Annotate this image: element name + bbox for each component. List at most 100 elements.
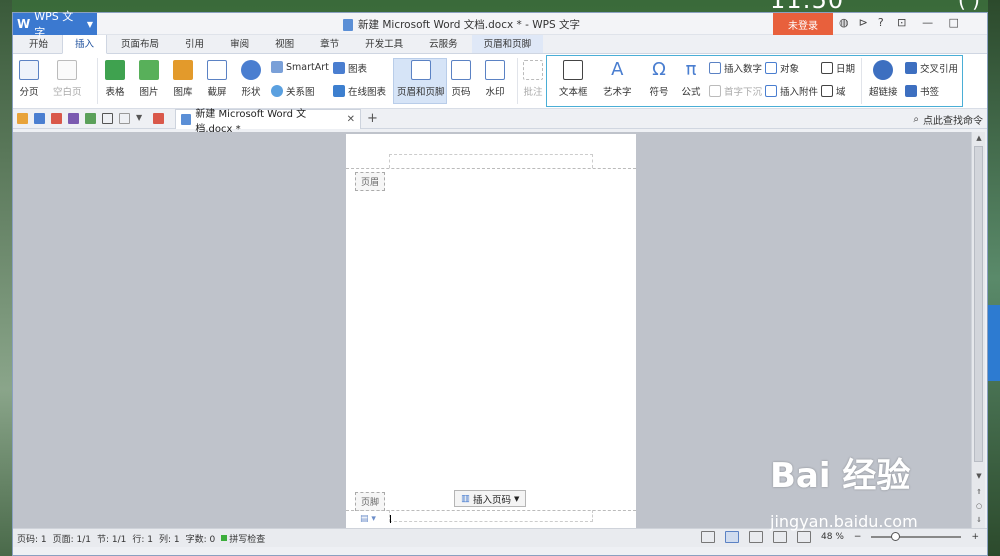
hyperlink-button[interactable]: 超链接 [869, 60, 898, 98]
document-tab-title: 新建 Microsoft Word 文档.docx * [195, 108, 307, 135]
chart-button[interactable]: 图表 [333, 61, 367, 75]
attachment-button[interactable]: 插入附件 [765, 84, 818, 98]
reading-view-icon[interactable] [797, 531, 812, 543]
desktop-side-tab[interactable] [988, 305, 1000, 381]
restore-icon[interactable]: ⊡ [894, 16, 910, 29]
select-browse-icon[interactable]: ○ [972, 502, 986, 510]
wps-home-icon[interactable] [153, 113, 164, 124]
bookmark-button[interactable]: 书签 [905, 84, 939, 98]
insert-page-number-button[interactable]: ▥ 插入页码 ▼ [454, 490, 527, 507]
zoom-out-icon[interactable]: − [854, 532, 862, 542]
undo-icon[interactable] [102, 113, 113, 124]
help-icon[interactable]: ? [878, 16, 884, 29]
date-button[interactable]: 日期 [821, 61, 855, 75]
ribbon-separator [517, 58, 518, 104]
tab-cloud[interactable]: 云服务 [417, 34, 470, 53]
status-words[interactable]: 字数: 0 [186, 532, 216, 545]
scroll-up-icon[interactable]: ▲ [972, 134, 986, 142]
drop-cap-button[interactable]: 首字下沉 [709, 84, 762, 98]
close-icon[interactable]: ✕ [347, 114, 355, 125]
page-break-button[interactable]: 分页 [19, 60, 39, 98]
shapes-button[interactable]: 形状 [241, 60, 261, 98]
tab-section[interactable]: 章节 [308, 34, 351, 53]
tab-page-layout[interactable]: 页面布局 [109, 34, 171, 53]
tab-developer[interactable]: 开发工具 [353, 34, 415, 53]
skin-icon[interactable]: ◍ [839, 16, 849, 29]
crossref-button[interactable]: 交叉引用 [905, 61, 958, 75]
share-icon[interactable]: ⊳ [859, 16, 868, 29]
page-number-button[interactable]: 页码 [451, 60, 471, 98]
tab-header-footer[interactable]: 页眉和页脚 [471, 34, 544, 53]
screenshot-button[interactable]: 截屏 [207, 60, 227, 98]
page-view-icon[interactable] [725, 531, 740, 543]
field-button[interactable]: 域 [821, 84, 846, 98]
globe-icon [873, 60, 894, 80]
scroll-thumb[interactable] [974, 146, 983, 462]
app-menu-button[interactable]: W WPS 文字 ▼ [13, 10, 97, 39]
textbox-button[interactable]: 文本框 [559, 60, 588, 98]
scroll-down-icon[interactable]: ▼ [972, 472, 986, 480]
window-title-text: 新建 Microsoft Word 文档.docx * - WPS 文字 [358, 19, 580, 31]
status-right: 48 % − + [701, 531, 979, 543]
save-icon[interactable] [34, 113, 45, 124]
next-page-icon[interactable]: ⇓ [972, 516, 986, 524]
login-button[interactable]: 未登录 [773, 13, 833, 35]
export-pdf-icon[interactable] [51, 113, 62, 124]
minimize-icon[interactable]: — [920, 16, 936, 29]
open-icon[interactable] [17, 113, 28, 124]
maximize-icon[interactable]: □ [946, 16, 962, 29]
desktop-left-edge [0, 0, 12, 556]
desktop-right-edge [988, 0, 1000, 556]
blank-page-button[interactable]: 空白页 [53, 60, 82, 98]
page-number-icon [451, 60, 471, 80]
object-button[interactable]: 对象 [765, 61, 799, 75]
gallery-button[interactable]: 图库 [173, 60, 193, 98]
symbol-button[interactable]: Ω 符号 [649, 60, 669, 99]
tab-review[interactable]: 审阅 [218, 34, 261, 53]
zoom-in-icon[interactable]: + [971, 532, 979, 542]
table-button[interactable]: 表格 [105, 60, 125, 98]
zoom-slider-knob[interactable] [891, 532, 901, 541]
fullscreen-view-icon[interactable] [701, 531, 716, 543]
chart-icon [333, 62, 345, 74]
document-page[interactable]: 页眉 页脚 ▥ 插入页码 ▼ ▤ ▾ [346, 134, 636, 528]
object-icon [765, 62, 777, 74]
redo-icon[interactable] [119, 113, 130, 124]
header-area[interactable] [389, 154, 593, 168]
vertical-scrollbar[interactable]: ▲ ▼ ⇑ ○ ⇓ [971, 132, 985, 528]
picture-icon [139, 60, 159, 80]
document-icon [343, 18, 353, 31]
wordart-button[interactable]: A 艺术字 [603, 60, 632, 99]
smartart-button[interactable]: SmartArt [271, 61, 329, 73]
zoom-slider[interactable] [871, 532, 962, 541]
page-break-icon [19, 60, 39, 80]
status-pages: 页面: 1/1 [52, 534, 92, 545]
outline-view-icon[interactable] [749, 531, 764, 543]
preview-icon[interactable] [85, 113, 96, 124]
web-view-icon[interactable] [773, 531, 788, 543]
insert-number-button[interactable]: 插入数字 [709, 61, 762, 75]
paste-options-icon[interactable]: ▤ ▾ [360, 514, 376, 524]
prev-page-icon[interactable]: ⇑ [972, 488, 986, 496]
status-row: 行: 1 [132, 534, 154, 545]
desktop-clock-suffix: ( ) [958, 0, 980, 12]
relation-button[interactable]: 关系图 [271, 84, 315, 98]
tab-references[interactable]: 引用 [173, 34, 216, 53]
page-number-icon: ▥ [461, 493, 470, 504]
title-bar: W WPS 文字 ▼ 新建 Microsoft Word 文档.docx * -… [13, 10, 987, 39]
document-tab[interactable]: 新建 Microsoft Word 文档.docx * ✕ [175, 109, 361, 135]
chevron-down-icon[interactable]: ▼ [136, 113, 147, 124]
new-tab-icon[interactable]: + [367, 111, 378, 126]
online-chart-button[interactable]: 在线图表 [333, 84, 386, 98]
picture-button[interactable]: 图片 [139, 60, 159, 98]
zoom-level[interactable]: 48 % [821, 532, 844, 542]
footer-area[interactable] [389, 510, 593, 522]
find-command[interactable]: ⌕ 点此查找命令 [913, 112, 983, 127]
print-icon[interactable] [68, 113, 79, 124]
formula-button[interactable]: π 公式 [681, 60, 701, 99]
header-footer-button[interactable]: 页眉和页脚 [397, 60, 445, 98]
tab-view[interactable]: 视图 [263, 34, 306, 53]
watermark-button[interactable]: 水印 [485, 60, 505, 98]
spell-check[interactable]: 拼写检查 [221, 532, 265, 545]
comment-button[interactable]: 批注 [523, 60, 543, 98]
